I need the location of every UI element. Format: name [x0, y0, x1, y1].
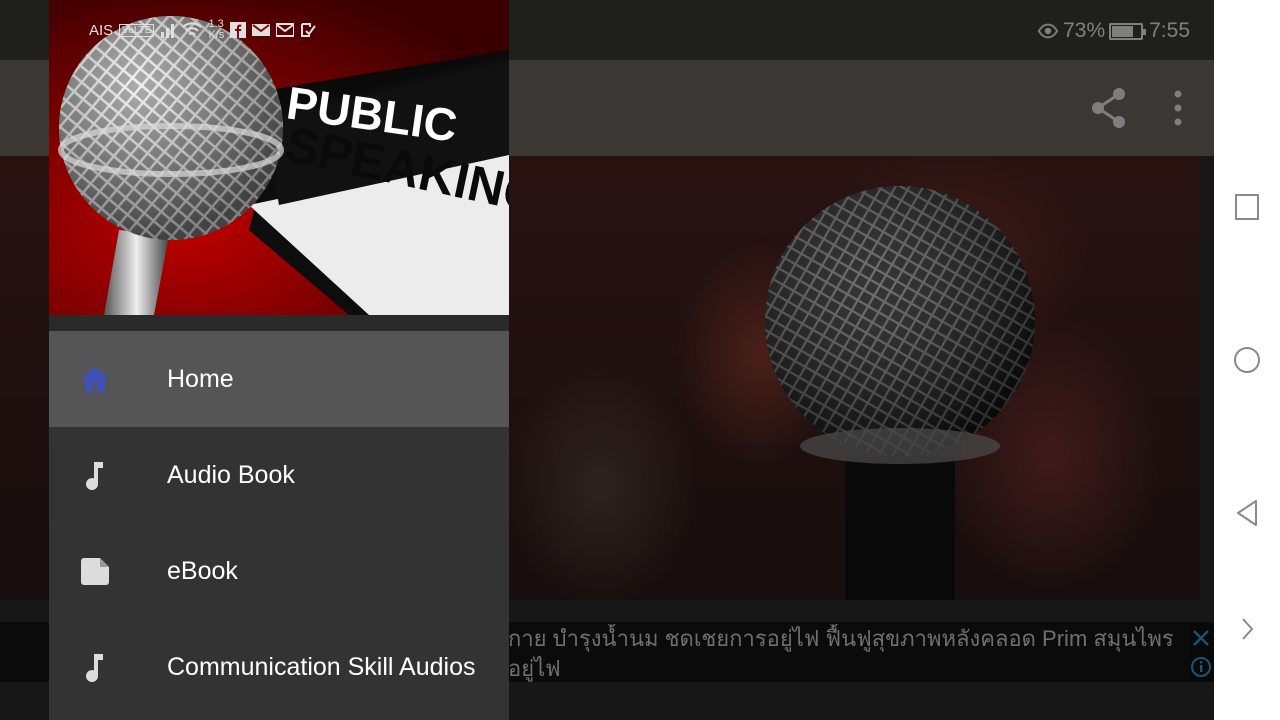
back-icon[interactable] — [1232, 498, 1262, 528]
drawer-status-overlay: AIS VoLTE 1.3 K/s — [89, 10, 317, 50]
carrier-label: AIS — [89, 21, 114, 39]
expand-icon[interactable] — [1232, 614, 1262, 644]
recents-icon[interactable] — [1232, 192, 1262, 222]
signal-icon — [161, 24, 175, 38]
drawer-divider — [49, 315, 509, 331]
navigation-drawer: PUBLIC SPEAKING AIS VoLTE 1.3 K/s Home A… — [49, 0, 509, 720]
drawer-item-label: eBook — [167, 557, 238, 585]
drawer-item-label: Communication Skill Audios — [167, 653, 476, 681]
speed-unit: K/s — [208, 29, 225, 41]
gmail-icon-2 — [276, 23, 295, 37]
gmail-icon — [252, 24, 271, 36]
drawer-item-home[interactable]: Home — [49, 331, 509, 427]
volte-badge: VoLTE — [119, 23, 155, 37]
music-note-icon — [86, 654, 103, 683]
home-circle-icon[interactable] — [1232, 345, 1262, 375]
facebook-icon — [230, 22, 247, 38]
task-check-icon — [301, 23, 317, 37]
network-speed: 1.3 K/s — [208, 19, 224, 41]
drawer-item-label: Home — [167, 365, 234, 393]
home-icon — [81, 366, 109, 392]
drawer-header-image: PUBLIC SPEAKING AIS VoLTE 1.3 K/s — [49, 0, 509, 315]
document-icon — [81, 558, 109, 585]
drawer-item-audio-book[interactable]: Audio Book — [49, 427, 509, 523]
drawer-item-communication-skill-audios[interactable]: Communication Skill Audios — [49, 619, 509, 715]
music-note-icon — [86, 462, 103, 491]
wifi-icon — [182, 22, 203, 36]
system-nav-bar — [1214, 0, 1280, 720]
drawer-item-label: Audio Book — [167, 461, 295, 489]
drawer-item-ebook[interactable]: eBook — [49, 523, 509, 619]
